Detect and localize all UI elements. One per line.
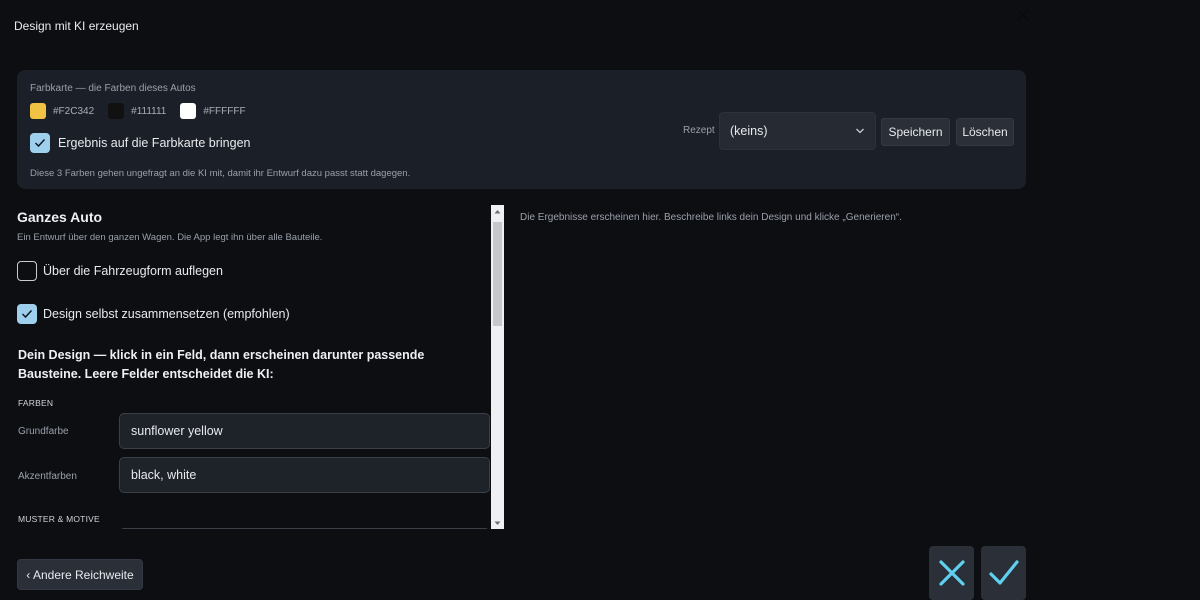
swatch-white: #FFFFFF bbox=[180, 103, 246, 119]
swatch-list: #F2C342 #111111 #FFFFFF bbox=[30, 103, 260, 119]
close-icon[interactable] bbox=[1014, 6, 1032, 24]
window-title: Design mit KI erzeugen bbox=[14, 19, 139, 33]
swatch-color bbox=[30, 103, 46, 119]
group-label-colors: FARBEN bbox=[18, 398, 54, 408]
group-label-patterns: MUSTER & MOTIVE bbox=[18, 514, 100, 524]
color-card-title: Farbkarte — die Farben dieses Autos bbox=[30, 83, 196, 94]
check-icon bbox=[21, 309, 33, 319]
swatch-black: #111111 bbox=[108, 103, 166, 119]
accent-colors-input[interactable]: black, white bbox=[119, 457, 490, 493]
chevron-down-icon bbox=[856, 128, 864, 134]
color-card-panel: Farbkarte — die Farben dieses Autos #F2C… bbox=[17, 70, 1026, 189]
base-color-input[interactable]: sunflower yellow bbox=[119, 413, 490, 449]
cancel-x-icon bbox=[938, 560, 965, 586]
swatch-hex-label: #FFFFFF bbox=[203, 105, 246, 117]
scroll-down-icon[interactable] bbox=[494, 521, 501, 526]
scroll-thumb[interactable] bbox=[493, 222, 502, 326]
scroll-up-icon[interactable] bbox=[494, 209, 501, 214]
swatch-hex-label: #F2C342 bbox=[53, 105, 95, 117]
overlay-vehicle-shape-label: Über die Fahrzeugform auflegen bbox=[43, 264, 223, 278]
results-placeholder: Die Ergebnisse erscheinen hier. Beschrei… bbox=[520, 212, 902, 223]
swatch-hex-label: #111111 bbox=[131, 105, 167, 117]
overlay-vehicle-shape-checkbox[interactable] bbox=[17, 261, 37, 281]
compose-design-checkbox[interactable] bbox=[17, 304, 37, 324]
color-card-note: Diese 3 Farben gehen ungefragt an die KI… bbox=[30, 168, 411, 179]
compose-design-option[interactable]: Design selbst zusammensetzen (empfohlen) bbox=[17, 304, 290, 324]
pattern-input[interactable] bbox=[119, 528, 490, 529]
scrollbar[interactable] bbox=[491, 205, 504, 529]
swatch-color bbox=[108, 103, 125, 119]
section-title: Ganzes Auto bbox=[17, 209, 103, 225]
section-subtitle: Ein Entwurf über den ganzen Wagen. Die A… bbox=[17, 232, 323, 243]
other-range-button[interactable]: ‹ Andere Reichweite bbox=[17, 559, 143, 590]
save-recipe-button[interactable]: Speichern bbox=[881, 118, 950, 146]
apply-to-card-checkbox[interactable] bbox=[30, 133, 50, 153]
swatch-yellow: #F2C342 bbox=[30, 103, 94, 119]
cancel-button[interactable] bbox=[929, 546, 974, 600]
recipe-select[interactable]: (keins) bbox=[719, 112, 876, 150]
recipe-select-value: (keins) bbox=[730, 124, 768, 138]
recipe-label: Rezept bbox=[683, 125, 715, 136]
swatch-color bbox=[180, 103, 197, 119]
base-color-label: Grundfarbe bbox=[18, 426, 69, 437]
delete-recipe-button[interactable]: Löschen bbox=[956, 118, 1014, 146]
overlay-vehicle-shape-option[interactable]: Über die Fahrzeugform auflegen bbox=[17, 261, 223, 281]
accent-colors-label: Akzentfarben bbox=[18, 471, 77, 482]
confirm-check-icon bbox=[988, 560, 1019, 585]
apply-to-card-option[interactable]: Ergebnis auf die Farbkarte bringen bbox=[30, 133, 250, 153]
check-icon bbox=[34, 138, 46, 148]
confirm-button[interactable] bbox=[981, 546, 1026, 600]
apply-to-card-label: Ergebnis auf die Farbkarte bringen bbox=[58, 136, 251, 150]
design-form-scroll-area[interactable]: Ganzes Auto Ein Entwurf über den ganzen … bbox=[17, 205, 491, 529]
compose-design-label: Design selbst zusammensetzen (empfohlen) bbox=[43, 307, 290, 321]
design-heading: Dein Design — klick in ein Feld, dann er… bbox=[18, 348, 425, 381]
